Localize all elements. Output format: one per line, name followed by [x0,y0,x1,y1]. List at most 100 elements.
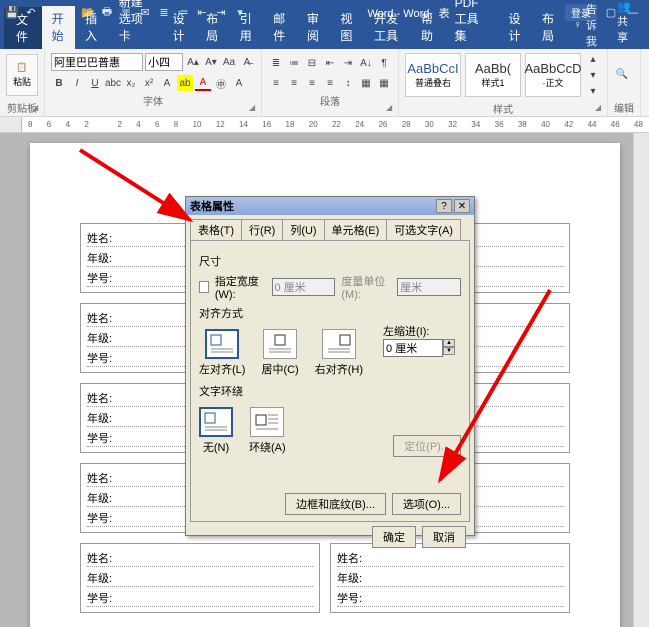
line-spacing-icon[interactable]: ↕ [340,75,356,91]
font-size-select[interactable] [145,53,183,71]
help-icon[interactable]: ? [436,199,452,213]
wrap-around-option[interactable]: 环绕(A) [249,407,286,455]
find-icon[interactable]: 🔍 [614,67,630,83]
preview-icon[interactable]: 🗎 [118,5,134,21]
phonetic-icon[interactable]: ㊥ [213,75,229,91]
tab-table-layout[interactable]: 布局 [532,6,566,49]
align-right-icon[interactable]: ≡ [304,75,320,91]
tab-new[interactable]: 新建选项卡 [109,0,163,49]
font-name-select[interactable] [51,53,143,71]
grow-font-icon[interactable]: A▴ [185,54,201,70]
tab-pdf[interactable]: PDF工具集 [445,0,499,49]
indent-label: 左缩进(I): [383,323,455,339]
ribbon-tabs: 文件 开始 插入 新建选项卡 设计 布局 引用 邮件 审阅 视图 开发工具 帮助… [0,25,649,49]
font-color-icon[interactable]: A [195,75,211,91]
tab-mailings[interactable]: 邮件 [263,6,297,49]
ok-button[interactable]: 确定 [372,526,416,548]
spin-up-icon[interactable]: ▲ [443,339,455,347]
align-center-icon[interactable]: ≡ [286,75,302,91]
numbering-icon[interactable]: ≔ [175,5,191,21]
horizontal-ruler[interactable]: 8642246810121416182022242628303234363840… [0,117,649,133]
more-icon[interactable]: ▾ [232,5,248,21]
spin-down-icon[interactable]: ▼ [443,347,455,355]
minimize-icon[interactable]: — [625,5,641,21]
sort-icon[interactable]: A↓ [358,55,374,71]
launcher-icon[interactable]: ◢ [32,103,42,113]
change-case-icon[interactable]: Aa [221,54,237,70]
styles-more-icon[interactable]: ▾ [585,83,601,99]
tab-view[interactable]: 视图 [330,6,364,49]
italic-button[interactable]: I [69,75,85,91]
launcher-icon[interactable]: ◢ [595,103,605,113]
borders-icon[interactable]: ▦ [376,75,392,91]
align-center-option[interactable]: 居中(C) [261,329,298,377]
shading-icon[interactable]: ▦ [358,75,374,91]
dlg-tab-alttext[interactable]: 可选文字(A) [386,219,461,240]
group-label: 样式 [405,99,601,117]
style-item[interactable]: AaBbCcI普通叠右 [405,53,461,97]
vertical-scrollbar[interactable] [633,133,649,627]
unit-select[interactable]: 厘米 [397,278,461,296]
bullets-icon[interactable]: ≣ [268,55,284,71]
dialog-tabs: 表格(T) 行(R) 列(U) 单元格(E) 可选文字(A) [186,215,474,240]
style-item[interactable]: AaBbCcD·正文 [525,53,581,97]
show-marks-icon[interactable]: ¶ [376,55,392,71]
tab-table-design[interactable]: 设计 [498,6,532,49]
redo-icon[interactable]: ↷ [42,5,58,21]
border-icon[interactable]: A [231,75,247,91]
new-icon[interactable]: ▭ [61,5,77,21]
clear-format-icon[interactable]: A̶ [239,54,255,70]
dlg-tab-table[interactable]: 表格(T) [190,219,242,240]
undo-icon[interactable]: ↶ [23,5,39,21]
tab-help[interactable]: 帮助 [411,6,445,49]
group-label: 段落 [268,91,392,109]
specify-width-checkbox[interactable] [199,281,209,293]
superscript-button[interactable]: x² [141,75,157,91]
bullets-icon[interactable]: ≣ [156,5,172,21]
styles-up-icon[interactable]: ▴ [585,51,601,67]
indent-inc-icon[interactable]: ⇥ [340,55,356,71]
wrap-none-option[interactable]: 无(N) [199,407,233,455]
style-item[interactable]: AaBb(样式1 [465,53,521,97]
dialog-titlebar[interactable]: 表格属性 ? ✕ [186,197,474,215]
strike-button[interactable]: abc [105,75,121,91]
dlg-tab-column[interactable]: 列(U) [282,219,324,240]
launcher-icon[interactable]: ◢ [249,103,259,113]
underline-button[interactable]: U [87,75,103,91]
unit-label: 度量单位(M): [341,273,391,301]
tab-developer[interactable]: 开发工具 [364,6,411,49]
close-icon[interactable]: ✕ [454,199,470,213]
indent-input[interactable]: 0 厘米 [383,339,443,357]
save-icon[interactable]: 💾 [4,5,20,21]
justify-icon[interactable]: ≡ [322,75,338,91]
indent-dec-icon[interactable]: ⇤ [194,5,210,21]
text-effects-icon[interactable]: A [159,75,175,91]
paste-button[interactable]: 📋 粘贴 [6,54,38,96]
width-input[interactable]: 0 厘米 [272,278,336,296]
multilevel-icon[interactable]: ⊟ [304,55,320,71]
styles-down-icon[interactable]: ▾ [585,67,601,83]
tell-me-search[interactable]: ♀告诉我 [566,1,608,49]
subscript-button[interactable]: x₂ [123,75,139,91]
border-shading-button[interactable]: 边框和底纹(B)... [285,493,386,515]
options-button[interactable]: 选项(O)... [392,493,461,515]
launcher-icon[interactable]: ◢ [386,103,396,113]
open-icon[interactable]: 📂 [80,5,96,21]
bold-button[interactable]: B [51,75,67,91]
mail-icon[interactable]: ✉ [137,5,153,21]
tab-review[interactable]: 审阅 [297,6,331,49]
dialog-title: 表格属性 [190,198,434,214]
group-font: A▴ A▾ Aa A̶ B I U abc x₂ x² A ab A ㊥ A 字… [45,49,262,116]
dlg-tab-cell[interactable]: 单元格(E) [324,219,388,240]
shrink-font-icon[interactable]: A▾ [203,54,219,70]
indent-dec-icon[interactable]: ⇤ [322,55,338,71]
highlight-icon[interactable]: ab [177,75,193,91]
numbering-icon[interactable]: ≔ [286,55,302,71]
align-left-icon[interactable]: ≡ [268,75,284,91]
align-left-option[interactable]: 左对齐(L) [199,329,245,377]
align-right-option[interactable]: 右对齐(H) [315,329,363,377]
print-icon[interactable]: 🖶 [99,5,115,21]
cancel-button[interactable]: 取消 [422,526,466,548]
dlg-tab-row[interactable]: 行(R) [241,219,283,240]
indent-inc-icon[interactable]: ⇥ [213,5,229,21]
